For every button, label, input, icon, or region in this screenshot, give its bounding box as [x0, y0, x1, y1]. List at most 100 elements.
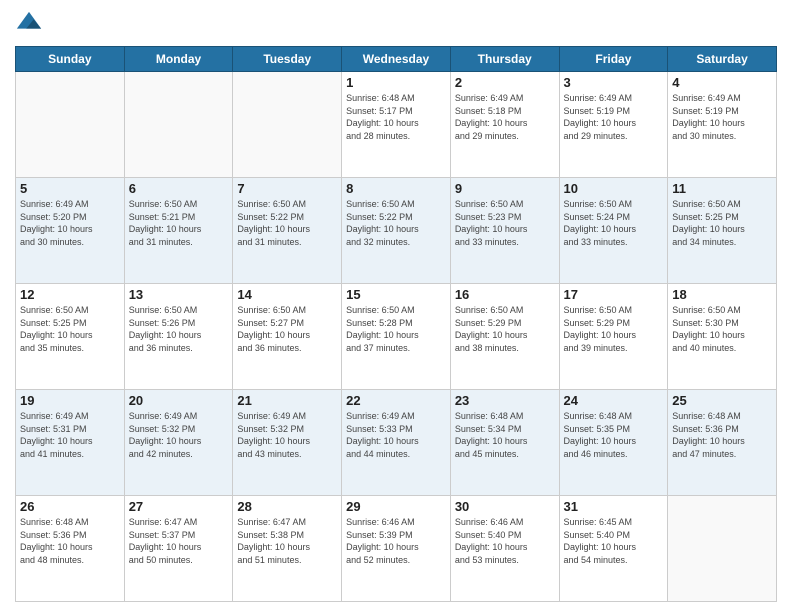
- day-info: Sunrise: 6:48 AM Sunset: 5:34 PM Dayligh…: [455, 410, 555, 460]
- calendar-cell: [16, 72, 125, 178]
- calendar-cell: 3 Sunrise: 6:49 AM Sunset: 5:19 PM Daylig…: [559, 72, 668, 178]
- calendar-cell: 20 Sunrise: 6:49 AM Sunset: 5:32 PM Dayli…: [124, 390, 233, 496]
- day-info: Sunrise: 6:48 AM Sunset: 5:35 PM Dayligh…: [564, 410, 664, 460]
- day-info: Sunrise: 6:50 AM Sunset: 5:27 PM Dayligh…: [237, 304, 337, 354]
- day-info: Sunrise: 6:48 AM Sunset: 5:36 PM Dayligh…: [672, 410, 772, 460]
- day-number: 7: [237, 181, 337, 196]
- day-info: Sunrise: 6:49 AM Sunset: 5:32 PM Dayligh…: [129, 410, 229, 460]
- day-number: 29: [346, 499, 446, 514]
- calendar-cell: 29 Sunrise: 6:46 AM Sunset: 5:39 PM Dayli…: [342, 496, 451, 602]
- calendar-cell: 17 Sunrise: 6:50 AM Sunset: 5:29 PM Dayli…: [559, 284, 668, 390]
- calendar-cell: 9Sunrise: 6:50 AM Sunset: 5:23 PM Daylig…: [450, 178, 559, 284]
- day-number: 13: [129, 287, 229, 302]
- calendar-cell: 14Sunrise: 6:50 AM Sunset: 5:27 PM Dayli…: [233, 284, 342, 390]
- day-info: Sunrise: 6:49 AM Sunset: 5:33 PM Dayligh…: [346, 410, 446, 460]
- day-info: Sunrise: 6:50 AM Sunset: 5:25 PM Dayligh…: [20, 304, 120, 354]
- page: SundayMondayTuesdayWednesdayThursdayFrid…: [0, 0, 792, 612]
- day-number: 6: [129, 181, 229, 196]
- day-number: 22: [346, 393, 446, 408]
- weekday-header-monday: Monday: [124, 47, 233, 72]
- logo: [15, 10, 47, 38]
- weekday-header-wednesday: Wednesday: [342, 47, 451, 72]
- day-info: Sunrise: 6:49 AM Sunset: 5:31 PM Dayligh…: [20, 410, 120, 460]
- day-number: 11: [672, 181, 772, 196]
- calendar-cell: 23Sunrise: 6:48 AM Sunset: 5:34 PM Dayli…: [450, 390, 559, 496]
- calendar-cell: 22 Sunrise: 6:49 AM Sunset: 5:33 PM Dayli…: [342, 390, 451, 496]
- calendar-cell: 13Sunrise: 6:50 AM Sunset: 5:26 PM Dayli…: [124, 284, 233, 390]
- day-number: 1: [346, 75, 446, 90]
- day-number: 4: [672, 75, 772, 90]
- calendar-cell: 11 Sunrise: 6:50 AM Sunset: 5:25 PM Dayli…: [668, 178, 777, 284]
- calendar-cell: 31 Sunrise: 6:45 AM Sunset: 5:40 PM Dayli…: [559, 496, 668, 602]
- logo-icon: [15, 10, 43, 38]
- day-number: 21: [237, 393, 337, 408]
- calendar-cell: 4 Sunrise: 6:49 AM Sunset: 5:19 PM Daylig…: [668, 72, 777, 178]
- calendar-cell: 18 Sunrise: 6:50 AM Sunset: 5:30 PM Dayli…: [668, 284, 777, 390]
- day-info: Sunrise: 6:49 AM Sunset: 5:19 PM Dayligh…: [564, 92, 664, 142]
- day-info: Sunrise: 6:50 AM Sunset: 5:21 PM Dayligh…: [129, 198, 229, 248]
- calendar-cell: 21 Sunrise: 6:49 AM Sunset: 5:32 PM Dayli…: [233, 390, 342, 496]
- day-info: Sunrise: 6:47 AM Sunset: 5:37 PM Dayligh…: [129, 516, 229, 566]
- calendar-cell: 19Sunrise: 6:49 AM Sunset: 5:31 PM Dayli…: [16, 390, 125, 496]
- calendar-cell: 2 Sunrise: 6:49 AM Sunset: 5:18 PM Daylig…: [450, 72, 559, 178]
- day-number: 18: [672, 287, 772, 302]
- day-info: Sunrise: 6:45 AM Sunset: 5:40 PM Dayligh…: [564, 516, 664, 566]
- day-info: Sunrise: 6:50 AM Sunset: 5:30 PM Dayligh…: [672, 304, 772, 354]
- day-info: Sunrise: 6:50 AM Sunset: 5:29 PM Dayligh…: [564, 304, 664, 354]
- day-info: Sunrise: 6:46 AM Sunset: 5:39 PM Dayligh…: [346, 516, 446, 566]
- calendar-table: SundayMondayTuesdayWednesdayThursdayFrid…: [15, 46, 777, 602]
- day-info: Sunrise: 6:50 AM Sunset: 5:24 PM Dayligh…: [564, 198, 664, 248]
- day-number: 12: [20, 287, 120, 302]
- weekday-header-thursday: Thursday: [450, 47, 559, 72]
- calendar-cell: 15 Sunrise: 6:50 AM Sunset: 5:28 PM Dayli…: [342, 284, 451, 390]
- day-number: 28: [237, 499, 337, 514]
- calendar-cell: 26 Sunrise: 6:48 AM Sunset: 5:36 PM Dayli…: [16, 496, 125, 602]
- header: [15, 10, 777, 38]
- day-number: 3: [564, 75, 664, 90]
- day-number: 20: [129, 393, 229, 408]
- day-info: Sunrise: 6:48 AM Sunset: 5:36 PM Dayligh…: [20, 516, 120, 566]
- calendar-cell: 1 Sunrise: 6:48 AM Sunset: 5:17 PM Daylig…: [342, 72, 451, 178]
- day-info: Sunrise: 6:47 AM Sunset: 5:38 PM Dayligh…: [237, 516, 337, 566]
- calendar-cell: [124, 72, 233, 178]
- calendar-cell: 6 Sunrise: 6:50 AM Sunset: 5:21 PM Daylig…: [124, 178, 233, 284]
- day-number: 30: [455, 499, 555, 514]
- calendar-cell: 5 Sunrise: 6:49 AM Sunset: 5:20 PM Daylig…: [16, 178, 125, 284]
- day-number: 17: [564, 287, 664, 302]
- day-info: Sunrise: 6:49 AM Sunset: 5:20 PM Dayligh…: [20, 198, 120, 248]
- day-info: Sunrise: 6:50 AM Sunset: 5:28 PM Dayligh…: [346, 304, 446, 354]
- day-info: Sunrise: 6:50 AM Sunset: 5:23 PM Dayligh…: [455, 198, 555, 248]
- calendar-cell: 30 Sunrise: 6:46 AM Sunset: 5:40 PM Dayli…: [450, 496, 559, 602]
- calendar-cell: 7 Sunrise: 6:50 AM Sunset: 5:22 PM Daylig…: [233, 178, 342, 284]
- day-number: 26: [20, 499, 120, 514]
- day-info: Sunrise: 6:49 AM Sunset: 5:32 PM Dayligh…: [237, 410, 337, 460]
- day-info: Sunrise: 6:48 AM Sunset: 5:17 PM Dayligh…: [346, 92, 446, 142]
- calendar-cell: 8Sunrise: 6:50 AM Sunset: 5:22 PM Daylig…: [342, 178, 451, 284]
- day-number: 8: [346, 181, 446, 196]
- calendar-cell: 10 Sunrise: 6:50 AM Sunset: 5:24 PM Dayli…: [559, 178, 668, 284]
- calendar-cell: 27 Sunrise: 6:47 AM Sunset: 5:37 PM Dayli…: [124, 496, 233, 602]
- day-number: 31: [564, 499, 664, 514]
- day-info: Sunrise: 6:46 AM Sunset: 5:40 PM Dayligh…: [455, 516, 555, 566]
- day-number: 24: [564, 393, 664, 408]
- day-info: Sunrise: 6:49 AM Sunset: 5:19 PM Dayligh…: [672, 92, 772, 142]
- calendar-cell: [233, 72, 342, 178]
- day-info: Sunrise: 6:50 AM Sunset: 5:25 PM Dayligh…: [672, 198, 772, 248]
- day-info: Sunrise: 6:49 AM Sunset: 5:18 PM Dayligh…: [455, 92, 555, 142]
- day-number: 15: [346, 287, 446, 302]
- weekday-header-tuesday: Tuesday: [233, 47, 342, 72]
- day-number: 5: [20, 181, 120, 196]
- calendar-cell: 28 Sunrise: 6:47 AM Sunset: 5:38 PM Dayli…: [233, 496, 342, 602]
- calendar-cell: 25 Sunrise: 6:48 AM Sunset: 5:36 PM Dayli…: [668, 390, 777, 496]
- weekday-header-saturday: Saturday: [668, 47, 777, 72]
- day-info: Sunrise: 6:50 AM Sunset: 5:29 PM Dayligh…: [455, 304, 555, 354]
- day-number: 25: [672, 393, 772, 408]
- day-number: 27: [129, 499, 229, 514]
- calendar-cell: 24 Sunrise: 6:48 AM Sunset: 5:35 PM Dayli…: [559, 390, 668, 496]
- calendar-cell: 16Sunrise: 6:50 AM Sunset: 5:29 PM Dayli…: [450, 284, 559, 390]
- calendar-cell: 12 Sunrise: 6:50 AM Sunset: 5:25 PM Dayli…: [16, 284, 125, 390]
- calendar-cell: [668, 496, 777, 602]
- day-info: Sunrise: 6:50 AM Sunset: 5:22 PM Dayligh…: [237, 198, 337, 248]
- day-number: 10: [564, 181, 664, 196]
- day-number: 2: [455, 75, 555, 90]
